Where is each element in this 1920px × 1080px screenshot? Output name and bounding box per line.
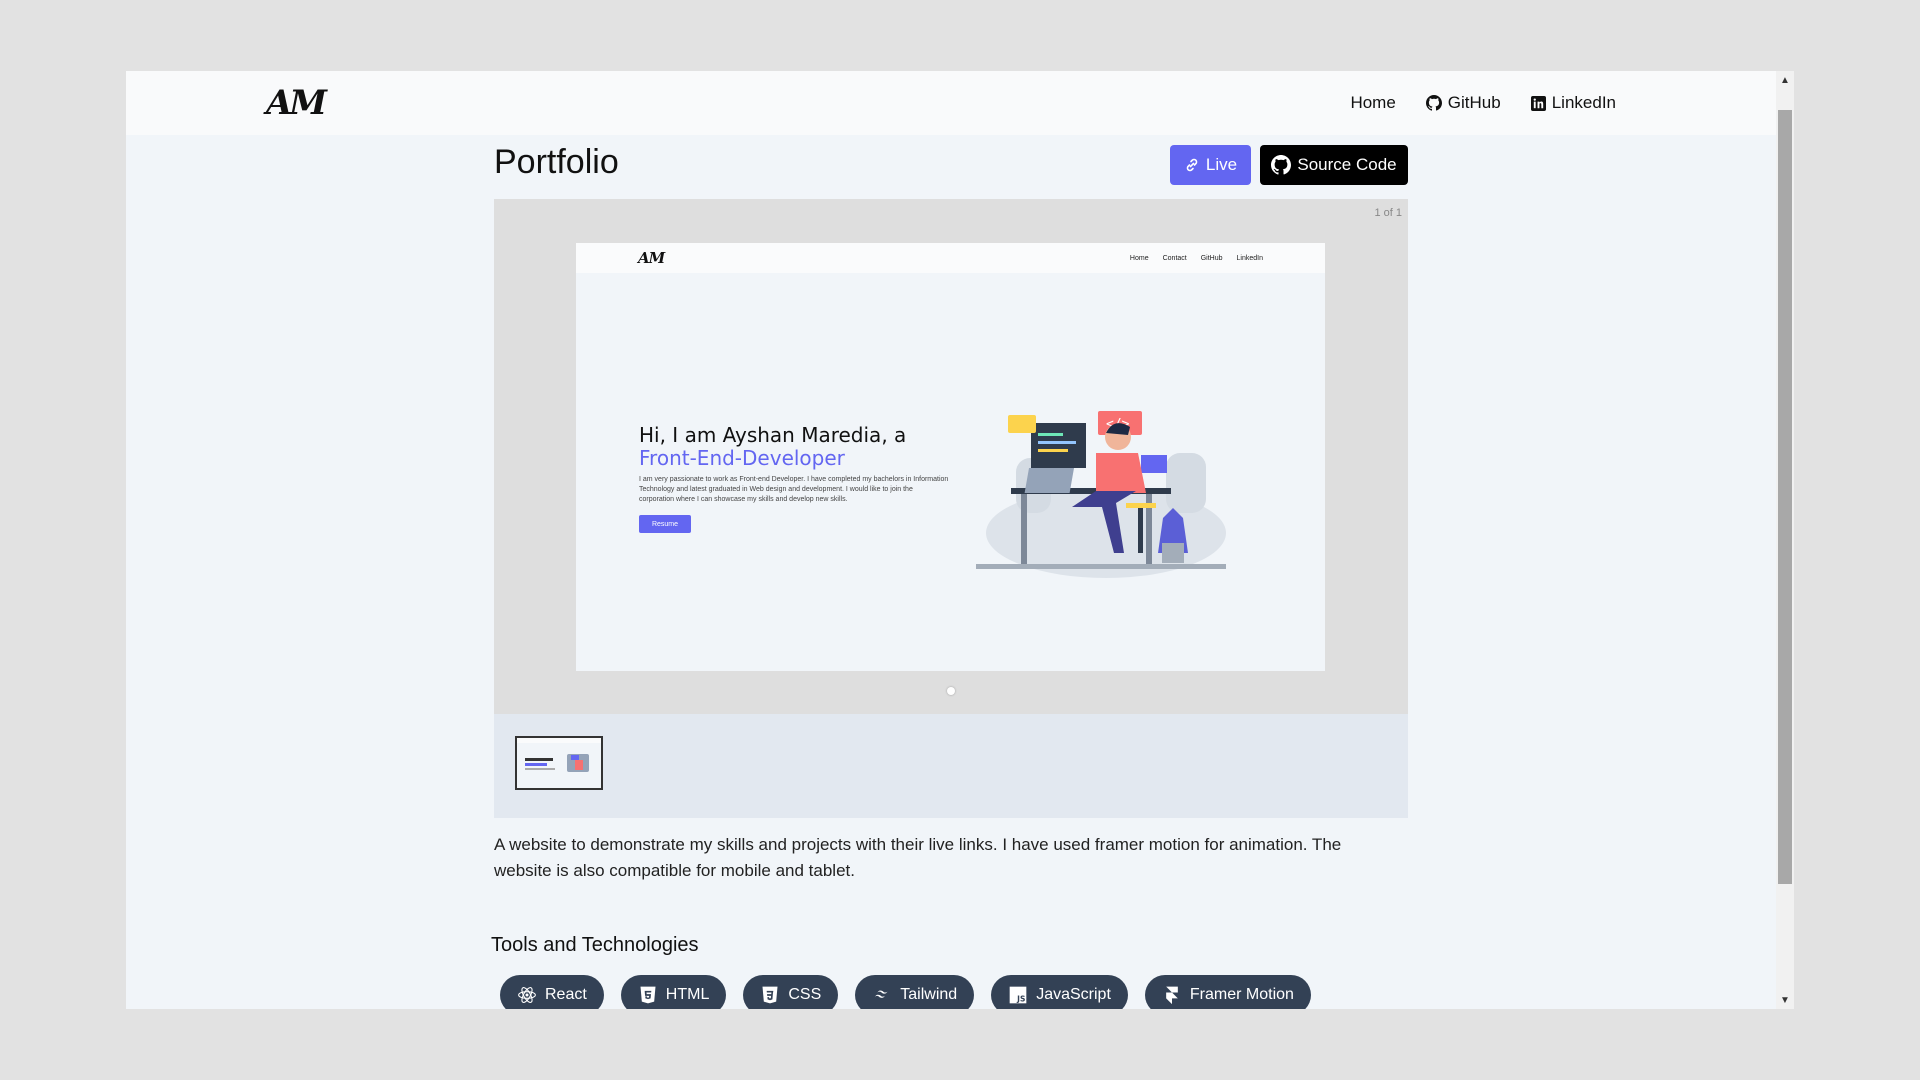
nav-linkedin-label: LinkedIn — [1551, 93, 1616, 112]
developer-illustration: </> — [976, 411, 1226, 578]
preview-resume-button: Resume — [639, 515, 691, 533]
vertical-scrollbar[interactable]: ▲ ▼ — [1776, 71, 1794, 1009]
github-icon — [1425, 95, 1442, 111]
tool-chip-tailwind[interactable]: Tailwind — [855, 975, 975, 1009]
nav-github[interactable]: GitHub — [1425, 93, 1501, 113]
preview-navbar: AM Home Contact GitHub LinkedIn — [576, 243, 1325, 273]
tool-chip-javascript[interactable]: JS JavaScript — [991, 975, 1128, 1009]
preview-nav-links: Home Contact GitHub LinkedIn — [1130, 243, 1263, 273]
tool-label-javascript: JavaScript — [1036, 986, 1111, 1003]
preview-headline-2: Front-End-Developer — [639, 446, 845, 470]
thumbnail-image — [517, 738, 601, 788]
preview-nav-linkedin: LinkedIn — [1236, 254, 1263, 262]
preview-nav-home: Home — [1129, 254, 1149, 262]
project-detail: Portfolio Live Source Code 1 of 1 AM Hom… — [491, 135, 1408, 1009]
link-icon — [1186, 158, 1198, 172]
tool-label-tailwind: Tailwind — [900, 986, 958, 1003]
source-code-label: Source Code — [1297, 155, 1397, 174]
tool-label-css: CSS — [788, 986, 822, 1003]
project-screenshot: AM Home Contact GitHub LinkedIn Hi, I am… — [576, 243, 1325, 671]
page-title: Portfolio — [494, 143, 619, 181]
navbar: AM Home GitHub LinkedIn — [126, 71, 1776, 135]
preview-nav-contact: Contact — [1162, 254, 1187, 262]
framer-icon — [1166, 986, 1178, 1005]
site-logo[interactable]: AM — [266, 83, 327, 123]
html5-icon — [640, 986, 656, 1004]
tool-chip-react[interactable]: React — [500, 975, 604, 1009]
tool-chip-css[interactable]: CSS — [743, 975, 839, 1009]
tool-label-react: React — [545, 986, 587, 1003]
preview-nav-github: GitHub — [1200, 254, 1223, 262]
linkedin-icon — [1530, 95, 1546, 111]
live-button[interactable]: Live — [1170, 145, 1251, 185]
source-code-button[interactable]: Source Code — [1260, 145, 1408, 185]
carousel-dot[interactable] — [947, 687, 955, 695]
preview-hero: Hi, I am Ayshan Maredia, a Front-End-Dev… — [639, 423, 959, 533]
preview-headline-1: Hi, I am Ayshan Maredia, a — [639, 423, 907, 447]
slide-counter: 1 of 1 — [1374, 207, 1402, 219]
nav-home[interactable]: Home — [1350, 93, 1395, 113]
javascript-icon: JS — [1009, 986, 1027, 1004]
scroll-down-arrow[interactable]: ▼ — [1776, 991, 1794, 1009]
scroll-up-arrow[interactable]: ▲ — [1776, 71, 1794, 89]
github-icon — [1271, 155, 1292, 175]
nav-home-label: Home — [1350, 93, 1396, 112]
thumbnail-strip — [494, 714, 1408, 818]
image-carousel[interactable]: 1 of 1 AM Home Contact GitHub LinkedIn H… — [494, 199, 1408, 714]
tool-label-html: HTML — [665, 986, 710, 1003]
css3-icon — [762, 986, 778, 1004]
react-icon — [518, 987, 536, 1003]
live-button-label: Live — [1205, 155, 1238, 174]
project-description: A website to demonstrate my skills and p… — [494, 835, 1342, 880]
tailwind-icon — [874, 990, 889, 998]
tools-heading: Tools and Technologies — [491, 934, 699, 956]
nav-linkedin[interactable]: LinkedIn — [1530, 93, 1616, 113]
title-row: Portfolio Live Source Code — [494, 135, 1408, 199]
browser-viewport: AM Home GitHub LinkedIn Portfolio Live S… — [126, 71, 1794, 1009]
nav-links: Home GitHub LinkedIn — [1350, 71, 1616, 135]
svg-text:JS: JS — [1016, 995, 1025, 1004]
tools-list: React HTML CSS Tailwind JS JavaScript Fr… — [500, 975, 1408, 1009]
tool-label-framer-motion: Framer Motion — [1189, 986, 1294, 1003]
nav-github-label: GitHub — [1447, 93, 1501, 112]
preview-resume-label: Resume — [651, 520, 679, 528]
thumbnail[interactable] — [515, 736, 603, 790]
tool-chip-framer-motion[interactable]: Framer Motion — [1144, 975, 1311, 1009]
tool-chip-html[interactable]: HTML — [620, 975, 727, 1009]
preview-logo: AM — [638, 249, 665, 267]
scrollbar-thumb[interactable] — [1778, 110, 1792, 884]
preview-paragraph: I am very passionate to work as Front-en… — [639, 476, 949, 503]
